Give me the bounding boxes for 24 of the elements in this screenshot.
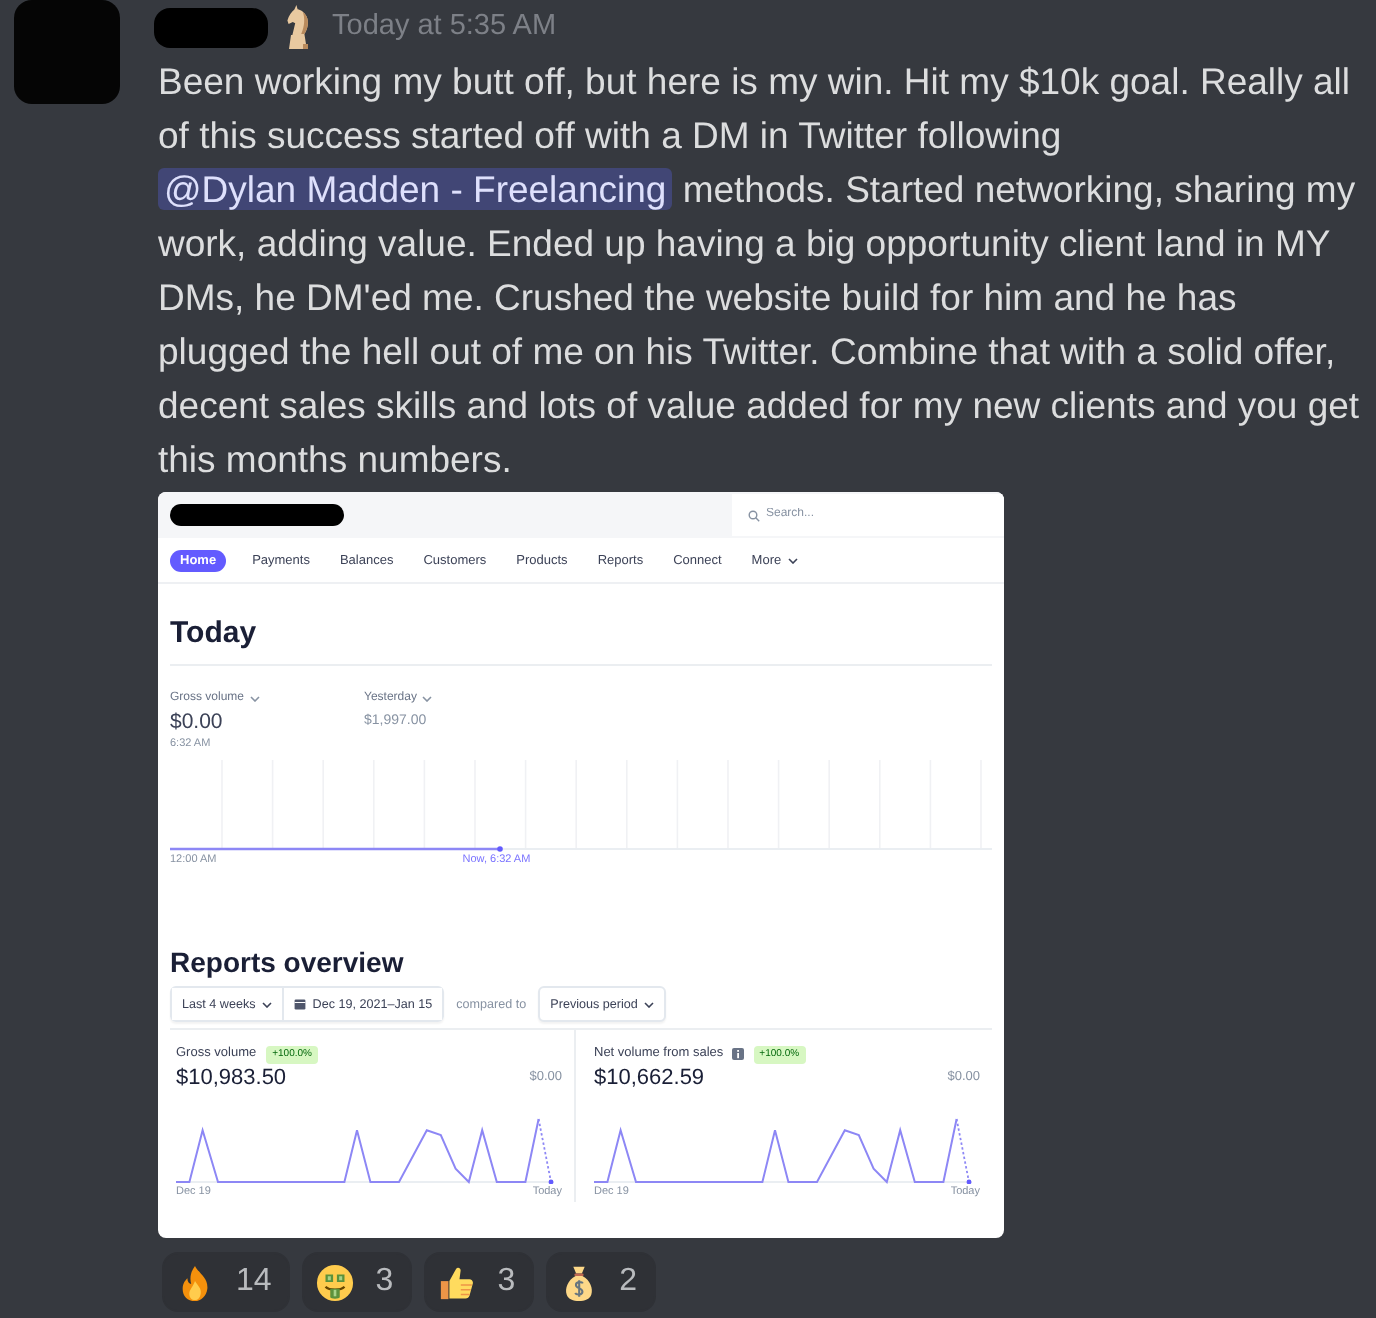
redacted-name-block [154,7,268,47]
metric-value: $10,662.59 [594,1064,705,1092]
reaction-button[interactable]: 3 [301,1252,412,1312]
reaction-button[interactable]: 14 [162,1252,290,1312]
chevron-down-icon [261,1001,272,1007]
metric-value: $0.00 [170,708,223,736]
reaction-button[interactable]: 3 [423,1252,534,1312]
reaction-button[interactable]: 2 [545,1252,656,1312]
search-icon [748,509,760,521]
chevron-down-icon [250,696,261,702]
chevron-down-icon [422,696,433,702]
thumbs-up-icon [437,1263,476,1301]
calendar-icon [293,998,306,1010]
reports-heading: Reports overview [170,946,406,978]
message-timestamp: Today at 5:35 AM [332,7,557,46]
redacted-avatar-block [14,0,120,104]
today-heading: Today [170,616,259,652]
money-mouth-face-icon [315,1263,354,1301]
chevron-down-icon [643,1001,654,1007]
message-text: Been working my butt off, but here is my win. Hit my $10k goal. Really all of this success started off with a DM in Twitter following @Dylan Madden - Freelancing methods. Started networking, sharing my work, adding value. Ended up having a big opportunity client land in MY DMs, he DM'ed me. Crushed the website build for him and he has plugged the hell out of me on his Twitter. Combine that with a solid offer, decent sales skills and lots of value added for my new clients and you get this months numbers. [158,58,1362,484]
chess-knight-icon [286,4,310,50]
mention-link[interactable]: @Dylan Madden - Freelancing [158,168,673,210]
metric-value: $10,983.50 [176,1064,287,1092]
chevron-down-icon [787,557,798,563]
